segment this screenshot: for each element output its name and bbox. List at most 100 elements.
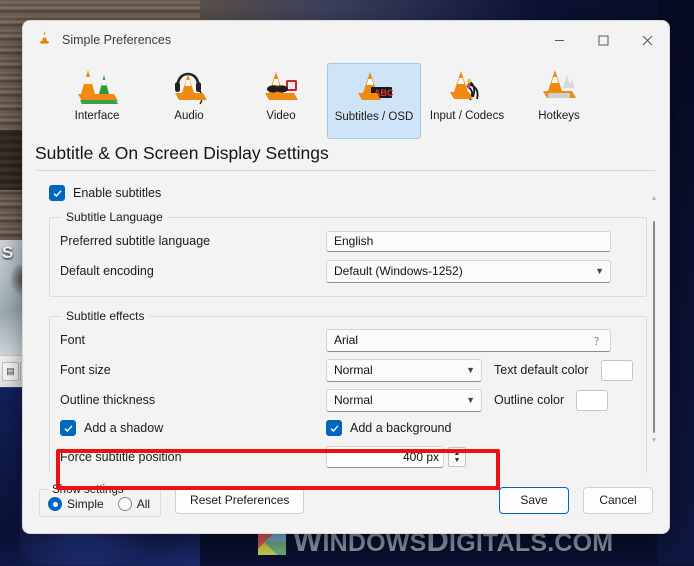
vlc-cone-cables-icon	[439, 67, 495, 107]
simple-preferences-dialog: Simple Preferences Interface Audio Video…	[22, 20, 670, 534]
radio-all[interactable]	[117, 497, 132, 511]
title-bar: Simple Preferences	[23, 21, 669, 59]
desktop-top-band	[180, 0, 694, 22]
add-shadow-label: Add a shadow	[84, 421, 164, 435]
force-subtitle-position-stepper[interactable]: ▲ ▼	[448, 447, 466, 467]
close-button[interactable]	[625, 21, 669, 59]
maximize-button[interactable]	[581, 21, 625, 59]
outline-thickness-value: Normal	[334, 393, 373, 407]
background-partial-text: S	[2, 243, 14, 262]
preferred-subtitle-language-input[interactable]: English	[326, 230, 611, 252]
preferred-subtitle-language-control: English	[326, 230, 636, 252]
category-tab-interface-label: Interface	[74, 110, 120, 122]
preferred-subtitle-language-label: Preferred subtitle language	[60, 234, 211, 248]
radio-simple-label: Simple	[67, 497, 104, 511]
font-size-label: Font size	[60, 363, 111, 377]
font-control: Arial ？	[326, 328, 636, 352]
font-row: Font Arial ？	[60, 325, 636, 355]
vlc-cone-subtitle-icon: ABC	[346, 68, 402, 108]
add-background-row[interactable]: Add a background	[326, 420, 451, 436]
category-tab-subtitles-osd-label: Subtitles / OSD	[334, 111, 414, 123]
default-encoding-row: Default encoding Default (Windows-1252) …	[60, 256, 636, 286]
category-tab-audio-label: Audio	[174, 110, 204, 122]
chevron-down-icon: ▼	[466, 395, 475, 405]
force-subtitle-position-row: Force subtitle position 400 px ▲ ▼	[60, 441, 636, 473]
settings-panel: Enable subtitles Subtitle Language Prefe…	[49, 185, 647, 473]
force-subtitle-position-input[interactable]: 400 px	[326, 446, 444, 468]
radio-simple-dot	[52, 501, 58, 507]
chevron-down-icon: ▼	[595, 266, 604, 276]
stepper-down-icon[interactable]: ▼	[454, 457, 461, 464]
category-tab-interface[interactable]: Interface	[51, 63, 143, 137]
force-subtitle-position-label: Force subtitle position	[60, 450, 182, 464]
category-toolbar: Interface Audio Video ABC Subtitles / OS…	[23, 59, 669, 139]
window-controls	[537, 21, 669, 59]
stepper-up-icon[interactable]: ▲	[454, 450, 461, 457]
add-background-label: Add a background	[350, 421, 452, 435]
enable-subtitles-checkbox[interactable]	[49, 185, 65, 201]
save-button[interactable]: Save	[499, 486, 569, 514]
category-tab-input-codecs-label: Input / Codecs	[429, 110, 505, 122]
font-size-dropdown[interactable]: Normal ▼	[326, 358, 482, 382]
show-settings-simple-option[interactable]: Simple	[48, 497, 104, 511]
vlc-cone-headphones-icon	[161, 67, 217, 107]
radio-all-label: All	[136, 497, 151, 511]
default-encoding-value: Default (Windows-1252)	[334, 264, 463, 278]
category-tab-input-codecs[interactable]: Input / Codecs	[421, 63, 513, 137]
title-bar-left: Simple Preferences	[23, 30, 537, 51]
font-label: Font	[60, 333, 86, 347]
scrollbar-thumb[interactable]	[653, 221, 655, 433]
subtitle-language-group: Subtitle Language Preferred subtitle lan…	[49, 210, 647, 297]
font-value: Arial	[334, 333, 359, 347]
background-toolbar-button-1[interactable]: ▤	[2, 362, 19, 381]
add-shadow-row[interactable]: Add a shadow	[60, 420, 326, 436]
add-shadow-checkbox[interactable]	[60, 420, 76, 436]
minimize-button[interactable]	[537, 21, 581, 59]
enable-subtitles-label: Enable subtitles	[73, 186, 162, 200]
shadow-background-row: Add a shadow Add a background	[60, 415, 636, 441]
chevron-down-icon: ▼	[466, 365, 475, 375]
check-icon	[330, 424, 339, 432]
maximize-icon	[598, 35, 608, 45]
show-settings-all-option[interactable]: All	[117, 497, 151, 511]
preferred-subtitle-language-row: Preferred subtitle language English	[60, 226, 636, 256]
outline-color-swatch[interactable]	[576, 389, 609, 411]
default-encoding-control: Default (Windows-1252) ▼	[326, 259, 636, 283]
add-background-checkbox[interactable]	[326, 420, 342, 436]
reset-preferences-button[interactable]: Reset Preferences	[175, 486, 305, 514]
vlc-cone-keyboard-icon	[531, 67, 587, 107]
font-size-value: Normal	[334, 363, 373, 377]
category-tab-audio[interactable]: Audio	[143, 63, 235, 137]
close-icon	[642, 35, 652, 45]
scroll-down-icon[interactable]: ▼	[650, 437, 658, 445]
outline-thickness-control: Normal ▼ Outline color	[326, 388, 636, 412]
dialog-footer: Show settings Simple All Reset Preferenc…	[23, 473, 669, 533]
text-default-color-swatch[interactable]	[600, 359, 633, 381]
category-tab-hotkeys-label: Hotkeys	[538, 110, 580, 122]
scroll-up-icon[interactable]: ▲	[650, 195, 658, 203]
outline-thickness-label: Outline thickness	[60, 393, 156, 407]
subtitle-effects-legend: Subtitle effects	[66, 309, 145, 323]
check-icon	[64, 424, 73, 432]
category-tab-video-label: Video	[266, 110, 296, 122]
subtitle-effects-group: Subtitle effects Font Arial ？ Font size	[49, 309, 647, 473]
check-icon	[53, 189, 62, 197]
force-subtitle-position-value: 400 px	[402, 450, 439, 464]
category-tab-subtitles-osd[interactable]: ABC Subtitles / OSD	[327, 63, 421, 139]
page-title: Subtitle & On Screen Display Settings	[35, 143, 329, 163]
settings-scrollbar[interactable]: ▲ ▼	[647, 193, 659, 447]
default-encoding-label: Default encoding	[60, 264, 154, 278]
show-settings-group: Show settings Simple All	[39, 483, 162, 517]
category-tab-hotkeys[interactable]: Hotkeys	[513, 63, 605, 137]
outline-thickness-dropdown[interactable]: Normal ▼	[326, 388, 482, 412]
enable-subtitles-row[interactable]: Enable subtitles	[49, 185, 647, 201]
font-size-control: Normal ▼ Text default color	[326, 358, 636, 382]
default-encoding-dropdown[interactable]: Default (Windows-1252) ▼	[326, 259, 611, 283]
category-tab-video[interactable]: Video	[235, 63, 327, 137]
cancel-button[interactable]: Cancel	[583, 486, 653, 514]
radio-simple[interactable]	[48, 497, 62, 511]
font-dropdown[interactable]: Arial ？	[326, 328, 611, 352]
force-subtitle-position-control: 400 px ▲ ▼	[326, 446, 636, 468]
window-title: Simple Preferences	[62, 33, 172, 47]
outline-color-label: Outline color	[494, 393, 565, 407]
